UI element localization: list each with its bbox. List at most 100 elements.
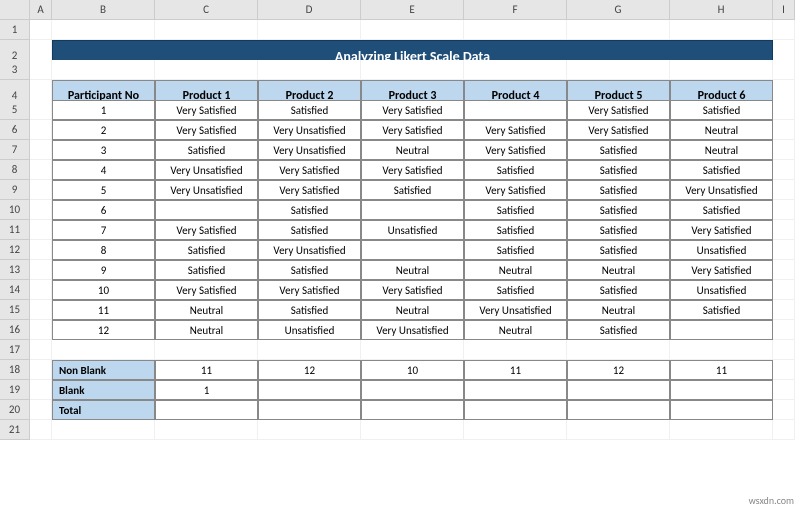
data-cell[interactable]: Satisfied — [464, 220, 567, 240]
empty-cell[interactable] — [155, 420, 258, 440]
data-cell[interactable]: Very Satisfied — [258, 280, 361, 300]
col-header[interactable]: H — [670, 0, 773, 20]
participant-no[interactable]: 8 — [52, 240, 155, 260]
summary-cell[interactable] — [464, 380, 567, 400]
col-header[interactable]: F — [464, 0, 567, 20]
data-cell[interactable]: Very Unsatisfied — [258, 240, 361, 260]
summary-label[interactable]: Blank — [52, 380, 155, 400]
empty-cell[interactable] — [773, 240, 795, 260]
summary-cell[interactable]: 12 — [567, 360, 670, 380]
empty-cell[interactable] — [30, 60, 52, 80]
empty-cell[interactable] — [773, 140, 795, 160]
summary-cell[interactable]: 11 — [155, 360, 258, 380]
data-cell[interactable]: Satisfied — [464, 240, 567, 260]
col-header[interactable]: D — [258, 0, 361, 20]
empty-cell[interactable] — [773, 300, 795, 320]
empty-cell[interactable] — [773, 60, 795, 80]
empty-cell[interactable] — [30, 280, 52, 300]
data-cell[interactable]: Very Satisfied — [361, 100, 464, 120]
data-cell[interactable] — [361, 200, 464, 220]
data-cell[interactable]: Very Unsatisfied — [155, 160, 258, 180]
data-cell[interactable]: Satisfied — [155, 260, 258, 280]
empty-cell[interactable] — [773, 420, 795, 440]
data-cell[interactable]: Satisfied — [155, 240, 258, 260]
data-cell[interactable]: Very Satisfied — [361, 280, 464, 300]
empty-cell[interactable] — [567, 420, 670, 440]
data-cell[interactable]: Very Unsatisfied — [464, 300, 567, 320]
data-cell[interactable]: Satisfied — [258, 100, 361, 120]
empty-cell[interactable] — [567, 20, 670, 40]
data-cell[interactable]: Satisfied — [258, 300, 361, 320]
row-header[interactable]: 11 — [0, 220, 30, 240]
data-cell[interactable]: Satisfied — [567, 180, 670, 200]
summary-cell[interactable]: 1 — [155, 380, 258, 400]
row-header[interactable]: 3 — [0, 60, 30, 80]
data-cell[interactable]: Very Unsatisfied — [258, 140, 361, 160]
data-cell[interactable] — [670, 320, 773, 340]
empty-cell[interactable] — [52, 20, 155, 40]
empty-cell[interactable] — [30, 360, 52, 380]
data-cell[interactable]: Very Satisfied — [258, 160, 361, 180]
empty-cell[interactable] — [30, 320, 52, 340]
empty-cell[interactable] — [670, 420, 773, 440]
empty-cell[interactable] — [670, 60, 773, 80]
data-cell[interactable]: Unsatisfied — [670, 240, 773, 260]
empty-cell[interactable] — [30, 140, 52, 160]
summary-cell[interactable]: 11 — [670, 360, 773, 380]
data-cell[interactable]: Satisfied — [567, 320, 670, 340]
empty-cell[interactable] — [30, 220, 52, 240]
summary-cell[interactable] — [567, 380, 670, 400]
row-header[interactable]: 8 — [0, 160, 30, 180]
data-cell[interactable]: Neutral — [670, 140, 773, 160]
data-cell[interactable]: Satisfied — [567, 140, 670, 160]
row-header[interactable]: 12 — [0, 240, 30, 260]
empty-cell[interactable] — [773, 280, 795, 300]
empty-cell[interactable] — [773, 380, 795, 400]
data-cell[interactable]: Satisfied — [567, 240, 670, 260]
summary-cell[interactable] — [670, 400, 773, 420]
empty-cell[interactable] — [773, 220, 795, 240]
empty-cell[interactable] — [30, 100, 52, 120]
col-header[interactable]: I — [773, 0, 795, 20]
data-cell[interactable]: Very Satisfied — [155, 100, 258, 120]
empty-cell[interactable] — [30, 260, 52, 280]
summary-cell[interactable] — [567, 400, 670, 420]
empty-cell[interactable] — [670, 340, 773, 360]
summary-cell[interactable] — [361, 380, 464, 400]
empty-cell[interactable] — [361, 60, 464, 80]
empty-cell[interactable] — [464, 20, 567, 40]
col-header[interactable]: B — [52, 0, 155, 20]
row-header[interactable]: 10 — [0, 200, 30, 220]
participant-no[interactable]: 9 — [52, 260, 155, 280]
empty-cell[interactable] — [464, 60, 567, 80]
participant-no[interactable]: 3 — [52, 140, 155, 160]
empty-cell[interactable] — [30, 240, 52, 260]
data-cell[interactable]: Satisfied — [567, 220, 670, 240]
participant-no[interactable]: 4 — [52, 160, 155, 180]
empty-cell[interactable] — [773, 120, 795, 140]
empty-cell[interactable] — [30, 160, 52, 180]
empty-cell[interactable] — [773, 200, 795, 220]
row-header[interactable]: 15 — [0, 300, 30, 320]
data-cell[interactable]: Very Satisfied — [464, 180, 567, 200]
data-cell[interactable]: Satisfied — [464, 160, 567, 180]
summary-cell[interactable] — [155, 400, 258, 420]
empty-cell[interactable] — [773, 100, 795, 120]
empty-cell[interactable] — [155, 20, 258, 40]
data-cell[interactable]: Very Satisfied — [464, 120, 567, 140]
row-header[interactable]: 9 — [0, 180, 30, 200]
data-cell[interactable]: Satisfied — [155, 140, 258, 160]
empty-cell[interactable] — [773, 360, 795, 380]
participant-no[interactable]: 11 — [52, 300, 155, 320]
participant-no[interactable]: 5 — [52, 180, 155, 200]
empty-cell[interactable] — [258, 60, 361, 80]
summary-cell[interactable] — [464, 400, 567, 420]
participant-no[interactable]: 7 — [52, 220, 155, 240]
data-cell[interactable]: Very Satisfied — [155, 220, 258, 240]
empty-cell[interactable] — [258, 340, 361, 360]
col-header[interactable]: A — [30, 0, 52, 20]
data-cell[interactable]: Neutral — [361, 140, 464, 160]
row-header[interactable]: 19 — [0, 380, 30, 400]
data-cell[interactable]: Neutral — [567, 260, 670, 280]
empty-cell[interactable] — [30, 120, 52, 140]
